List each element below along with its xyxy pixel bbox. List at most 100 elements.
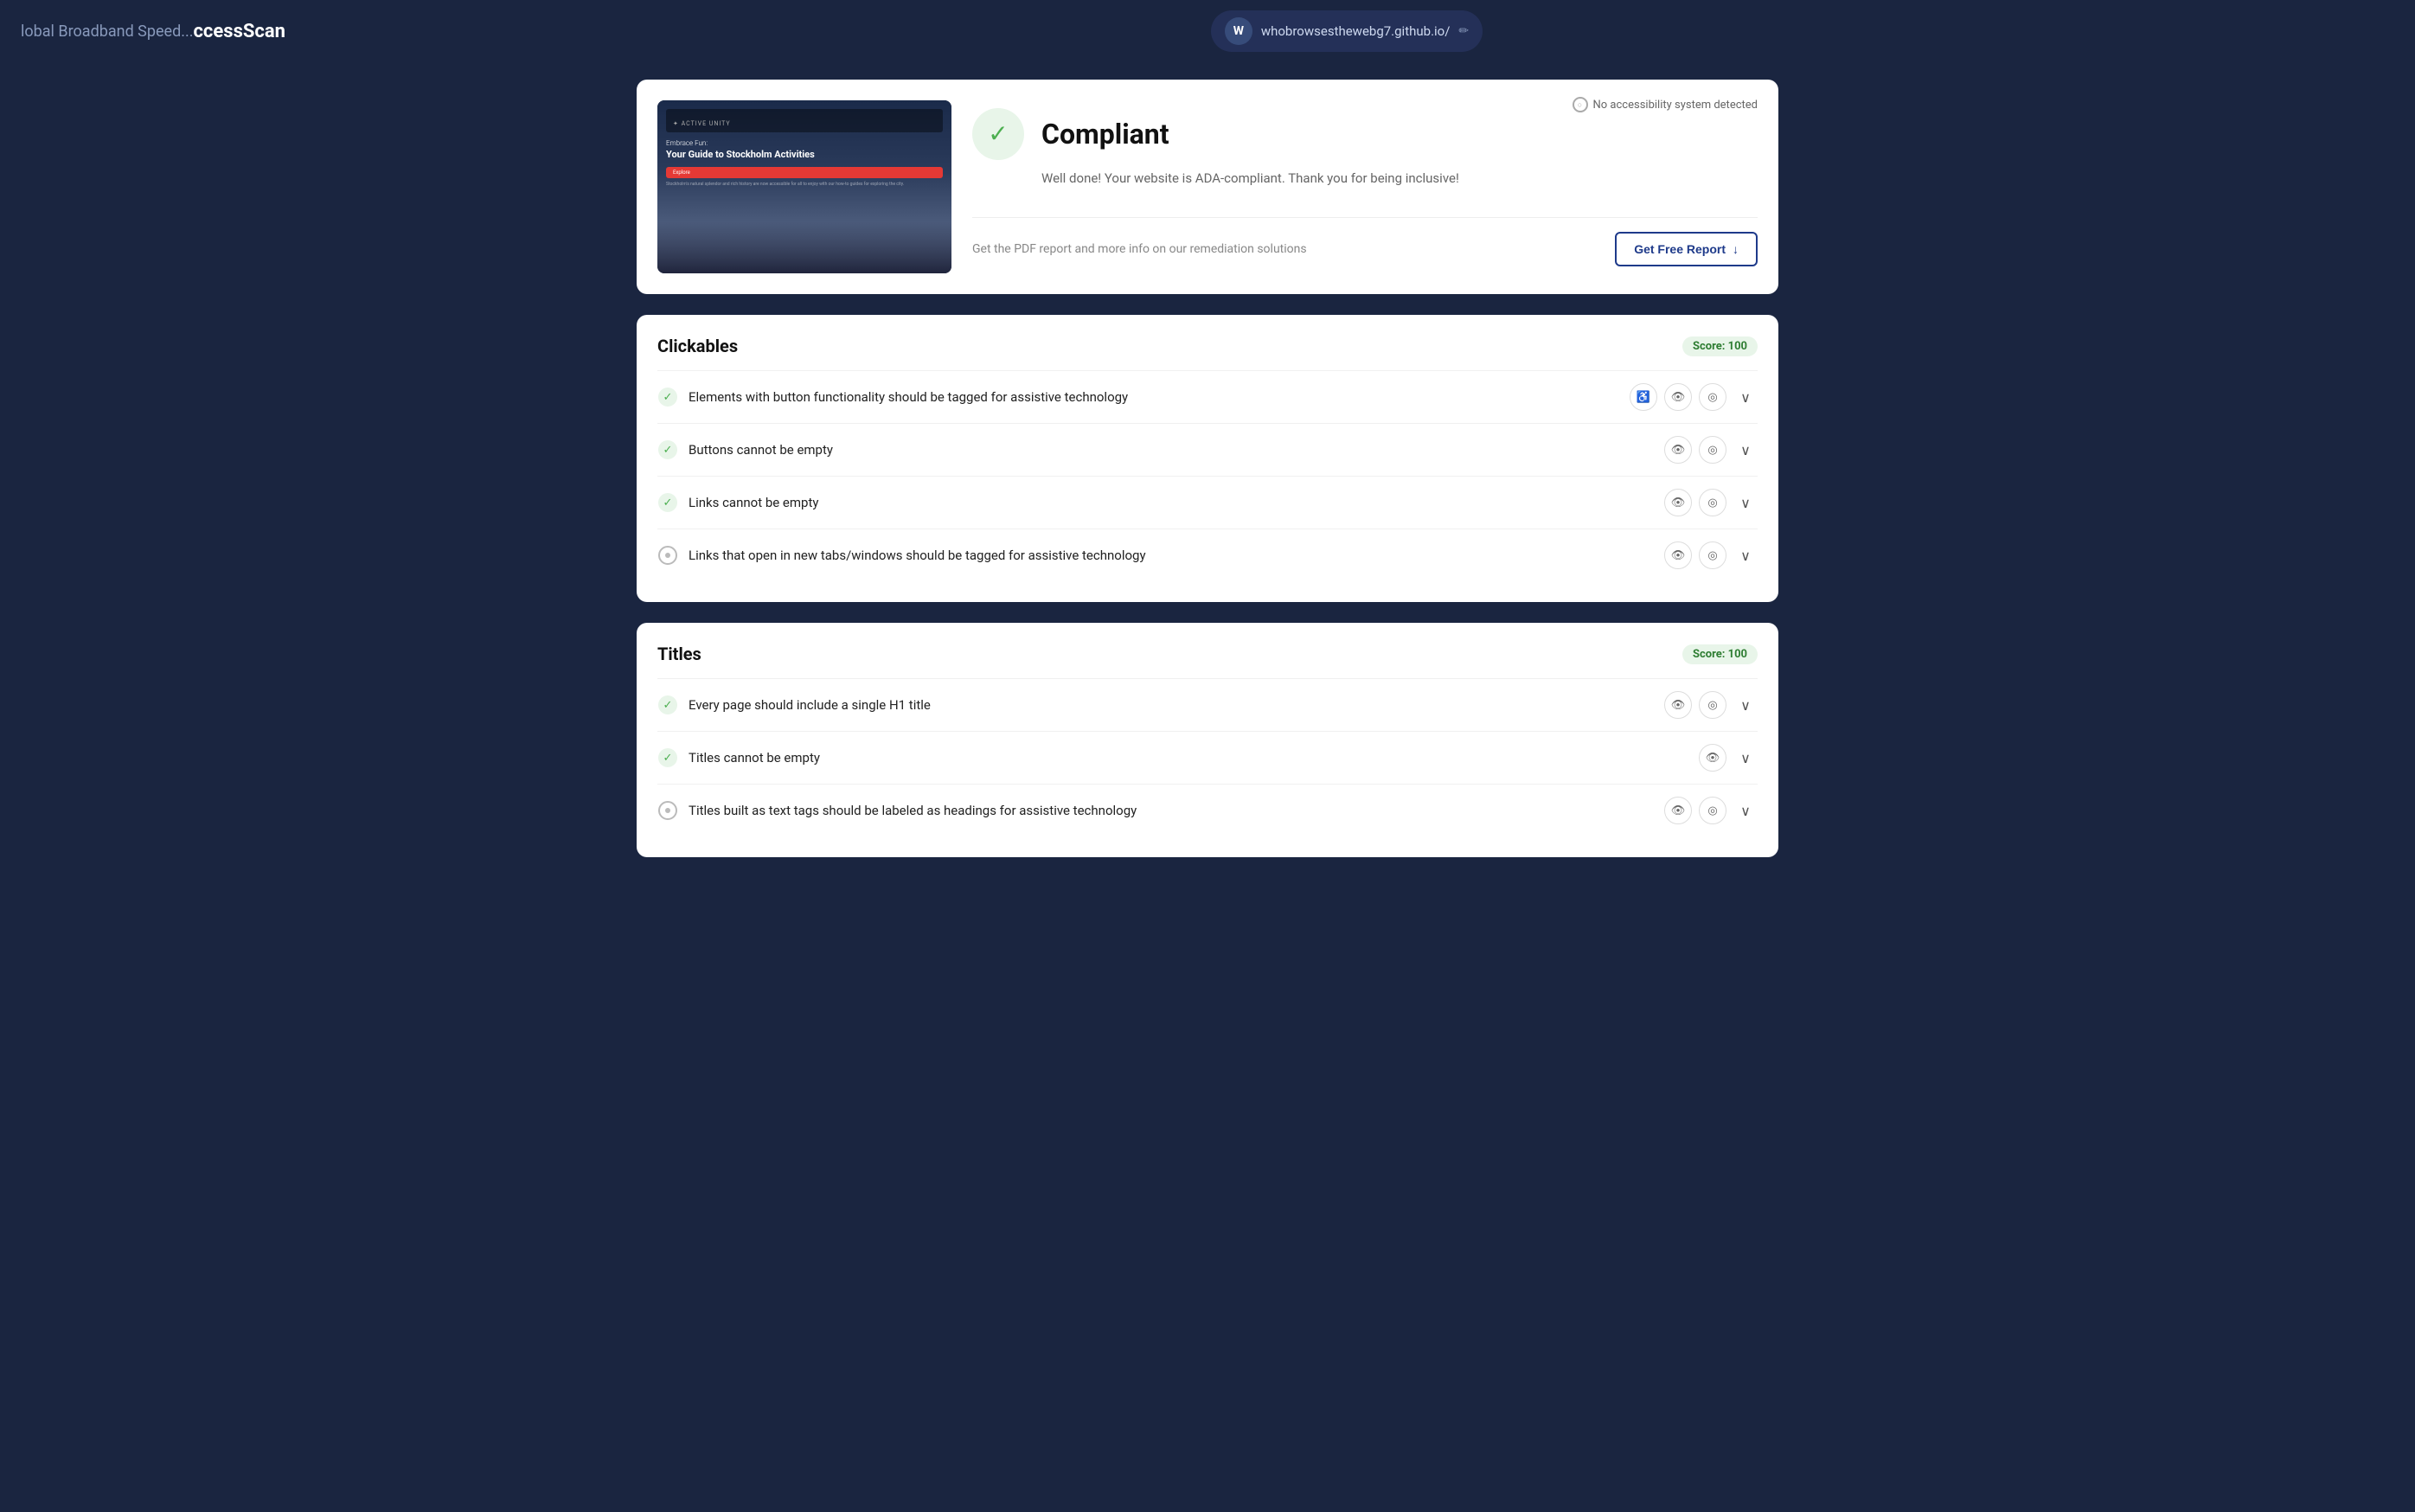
compliant-card: ✦ ACTIVE UNITY Embrace Fun: Your Guide t… [637, 80, 1778, 294]
eye-icon-button[interactable]: 👁 [1664, 797, 1692, 824]
preview-body: Stockholm's natural splendor and rich hi… [666, 182, 943, 188]
table-row: Titles built as text tags should be labe… [657, 784, 1758, 836]
preview-btn: Explore [666, 167, 943, 178]
section-titles-header: Titles Score: 100 [657, 644, 1758, 664]
preview-mockup: ✦ ACTIVE UNITY Embrace Fun: Your Guide t… [657, 100, 951, 273]
row-actions: 👁 ◎ ∨ [1664, 797, 1758, 824]
table-row: ✓ Links cannot be empty 👁 ◎ ∨ [657, 476, 1758, 529]
eye-icon: 👁 [1671, 804, 1686, 817]
preview-subheadline: Embrace Fun: [666, 139, 943, 147]
report-text: Get the PDF report and more info on our … [972, 242, 1307, 256]
row-label: Titles cannot be empty [689, 750, 1688, 766]
row-label: Elements with button functionality shoul… [689, 389, 1619, 405]
table-row: ✓ Titles cannot be empty 👁 ∨ [657, 731, 1758, 784]
row-actions: 👁 ◎ ∨ [1664, 489, 1758, 516]
accessibility-icon-button[interactable]: ♿ [1630, 383, 1657, 411]
section-clickables: Clickables Score: 100 ✓ Elements with butto… [637, 315, 1778, 602]
eye-icon: 👁 [1671, 443, 1686, 457]
expand-chevron-icon[interactable]: ∨ [1733, 798, 1758, 823]
expand-chevron-icon[interactable]: ∨ [1733, 543, 1758, 567]
eye-icon: 👁 [1671, 548, 1686, 562]
eye-icon-button[interactable]: 👁 [1699, 744, 1726, 772]
target-icon-button[interactable]: ◎ [1699, 436, 1726, 464]
section-titles-score: Score: 100 [1682, 644, 1758, 664]
eye-icon: 👁 [1671, 698, 1686, 712]
target-icon: ◎ [1707, 443, 1717, 457]
row-label: Every page should include a single H1 ti… [689, 697, 1654, 713]
target-icon-button[interactable]: ◎ [1699, 541, 1726, 569]
target-icon: ◎ [1707, 548, 1717, 562]
report-row: Get the PDF report and more info on our … [972, 232, 1758, 266]
eye-icon: 👁 [1671, 496, 1686, 509]
compliant-header: ✓ Compliant [972, 108, 1758, 160]
section-clickables-score: Score: 100 [1682, 336, 1758, 356]
table-row: ✓ Elements with button functionality shou… [657, 370, 1758, 423]
compliant-check-icon: ✓ [988, 119, 1008, 148]
main-content: ✦ ACTIVE UNITY Embrace Fun: Your Guide t… [602, 62, 1813, 895]
grey-dot [665, 808, 670, 813]
row-actions: 👁 ◎ ∨ [1664, 541, 1758, 569]
eye-icon-button[interactable]: 👁 [1664, 489, 1692, 516]
target-icon-button[interactable]: ◎ [1699, 383, 1726, 411]
edit-url-icon[interactable]: ✏ [1458, 24, 1469, 38]
download-icon: ↓ [1733, 242, 1739, 256]
expand-chevron-icon[interactable]: ∨ [1733, 438, 1758, 462]
accessibility-icon: ♿ [1637, 390, 1650, 404]
no-system-badge: ○ No accessibility system detected [1573, 97, 1758, 112]
eye-icon-button[interactable]: 👁 [1664, 383, 1692, 411]
compliant-title: Compliant [1041, 118, 1169, 151]
eye-icon-button[interactable]: 👁 [1664, 436, 1692, 464]
target-icon: ◎ [1707, 804, 1717, 817]
expand-chevron-icon[interactable]: ∨ [1733, 693, 1758, 717]
get-report-button[interactable]: Get Free Report ↓ [1615, 232, 1758, 266]
table-row: Links that open in new tabs/windows shou… [657, 529, 1758, 581]
eye-icon-button[interactable]: 👁 [1664, 541, 1692, 569]
get-report-label: Get Free Report [1634, 242, 1726, 256]
divider [972, 217, 1758, 218]
expand-chevron-icon[interactable]: ∨ [1733, 490, 1758, 515]
row-label: Buttons cannot be empty [689, 442, 1654, 458]
preview-topbar: ✦ ACTIVE UNITY [666, 109, 943, 132]
row-actions: 👁 ◎ ∨ [1664, 436, 1758, 464]
target-icon-button[interactable]: ◎ [1699, 489, 1726, 516]
expand-chevron-icon[interactable]: ∨ [1733, 746, 1758, 770]
app-header: lobal Broadband Speed... ccessScan W who… [0, 0, 2415, 62]
check-status-icon: ✓ [658, 695, 677, 714]
target-icon: ◎ [1707, 698, 1717, 712]
compliant-check-circle: ✓ [972, 108, 1024, 160]
preview-title: Your Guide to Stockholm Activities [666, 149, 943, 160]
check-status-icon: ✓ [658, 388, 677, 407]
brand-area: lobal Broadband Speed... ccessScan [21, 21, 285, 42]
expand-chevron-icon[interactable]: ∨ [1733, 385, 1758, 409]
table-row: ✓ Every page should include a single H1 t… [657, 678, 1758, 731]
section-clickables-title: Clickables [657, 336, 738, 356]
compliant-subtitle: Well done! Your website is ADA-compliant… [1041, 170, 1758, 186]
target-icon-button[interactable]: ◎ [1699, 797, 1726, 824]
url-pill[interactable]: W whobrowsesthewebg7.github.io/ ✏ [1211, 10, 1483, 52]
section-titles-title: Titles [657, 644, 701, 664]
table-row: ✓ Buttons cannot be empty 👁 ◎ ∨ [657, 423, 1758, 476]
no-system-icon: ○ [1573, 97, 1588, 112]
row-actions: ♿ 👁◎ ∨ [1630, 383, 1758, 411]
preview-logo: ✦ ACTIVE UNITY [673, 120, 731, 127]
row-label: Titles built as text tags should be labe… [689, 803, 1654, 818]
circle-status-icon [658, 546, 677, 565]
target-icon-button[interactable]: ◎ [1699, 691, 1726, 719]
section-titles: Titles Score: 100 ✓ Every page should inclu… [637, 623, 1778, 857]
check-status-icon: ✓ [658, 748, 677, 767]
check-status-icon: ✓ [658, 493, 677, 512]
brand-name-text: ccessScan [193, 21, 285, 42]
check-status-icon: ✓ [658, 440, 677, 459]
no-system-label: No accessibility system detected [1593, 99, 1758, 112]
eye-icon-button[interactable]: 👁 [1664, 691, 1692, 719]
target-icon: ◎ [1707, 496, 1717, 509]
row-actions: 👁 ◎ ∨ [1664, 691, 1758, 719]
eye-icon: 👁 [1706, 751, 1720, 765]
brand-partial-text: lobal Broadband Speed... [21, 22, 193, 41]
preview-overlay [657, 221, 951, 273]
sections-container: Clickables Score: 100 ✓ Elements with butto… [637, 315, 1778, 857]
grey-dot [665, 553, 670, 558]
circle-status-icon [658, 801, 677, 820]
row-label: Links cannot be empty [689, 495, 1654, 510]
website-preview: ✦ ACTIVE UNITY Embrace Fun: Your Guide t… [657, 100, 951, 273]
